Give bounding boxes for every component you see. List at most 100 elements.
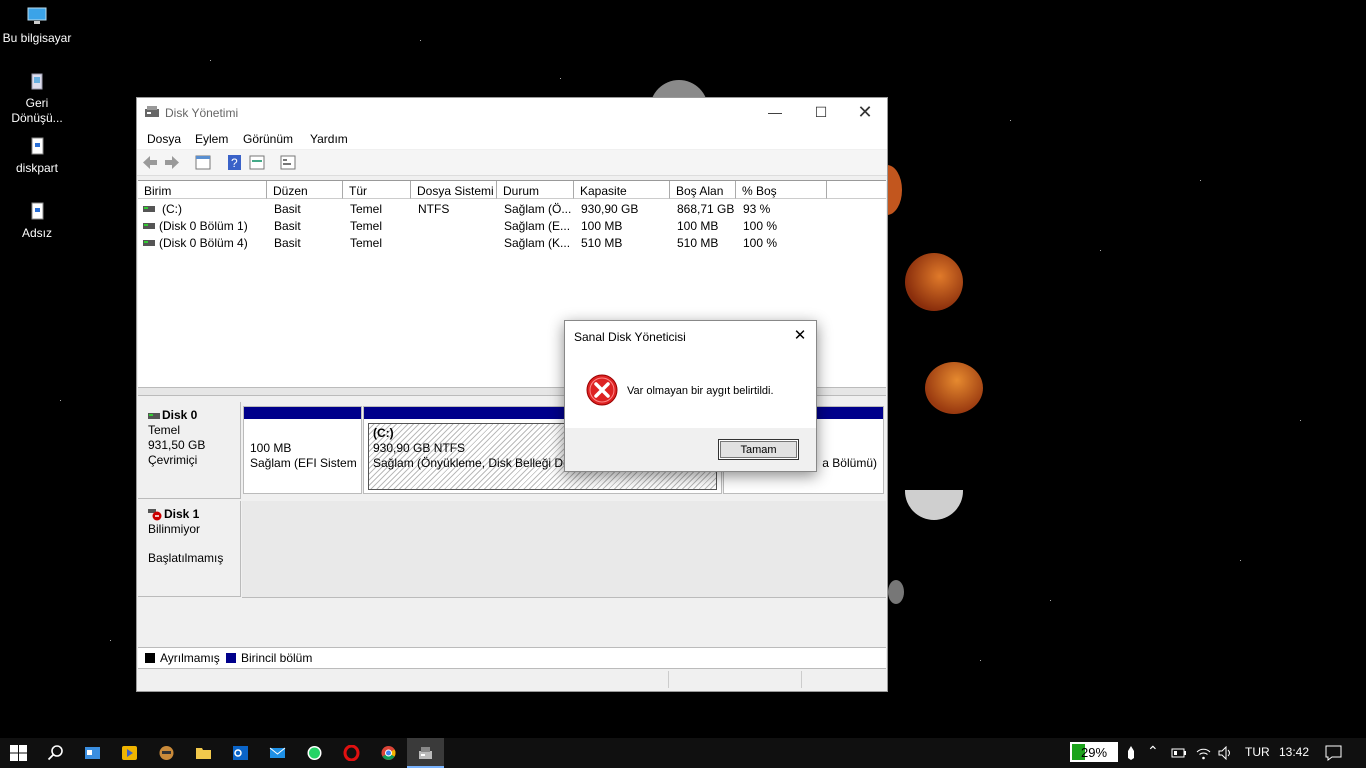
partition-efi[interactable]: 100 MB Sağlam (EFI Sistem B [243,406,362,494]
pen-icon[interactable] [1126,746,1136,760]
column-header-dosya-sistemi[interactable]: Dosya Sistemi [411,181,497,199]
taskbar-app-opera[interactable] [333,738,370,768]
language-indicator[interactable]: TUR [1245,745,1270,759]
disk1-name: Disk 1 [164,507,200,521]
table-row[interactable]: (Disk 0 Bölüm 4) Basit Temel Sağlam (K..… [138,235,886,252]
computer-icon [27,7,47,24]
partition-efi-text: 100 MB Sağlam (EFI Sistem B [244,419,361,474]
disk-management-icon [419,747,432,759]
close-button[interactable]: ✕ [842,98,888,127]
minimize-button[interactable]: — [752,98,798,127]
column-header-yuzde-bos[interactable]: % Boş [736,181,827,199]
disk0-size: 931,50 GB [148,438,206,452]
disk-management-icon [145,106,159,117]
help-icon[interactable]: ? [227,155,243,170]
taskbar-app-media-player[interactable] [111,738,148,768]
column-header-kapasite[interactable]: Kapasite [574,181,670,199]
contacts-icon [85,747,100,759]
desktop-icon-adsiz[interactable]: Adsız [0,202,74,240]
show-hide-console-tree-icon[interactable] [195,155,211,170]
menu-dosya[interactable]: Dosya [147,132,181,146]
moon-orange-2 [905,253,963,311]
menu-gorunum[interactable]: Görünüm [243,132,293,146]
error-icon [586,374,618,406]
wifi-icon[interactable] [1196,746,1211,760]
taskbar-search[interactable] [37,738,74,768]
disk1-info[interactable]: Disk 1 Bilinmiyor Başlatılmamış [138,501,241,597]
cell-kapasite: 100 MB [581,219,623,233]
cell-bos-alan: 868,71 GB [677,202,735,216]
moon-grey [905,490,963,520]
cell-tur: Temel [350,236,383,250]
taskbar-app-outlook[interactable] [222,738,259,768]
disk0-status: Çevrimiçi [148,453,198,467]
cell-tur: Temel [350,202,383,216]
title-bar[interactable]: Disk Yönetimi — ☐ ✕ [137,98,887,127]
dialog-close-button[interactable]: ✕ [790,326,810,346]
whatsapp-icon [307,746,322,760]
window-title: Disk Yönetimi [165,106,239,120]
forward-arrow-icon[interactable] [164,155,180,170]
disk0-type: Temel [148,423,181,437]
disk1-type: Bilinmiyor [148,522,201,536]
svg-text:?: ? [231,156,238,170]
maximize-button[interactable]: ☐ [798,98,844,127]
show-hidden-icons-chevron-up-icon[interactable]: ⌃ [1147,743,1159,760]
volume-icon [143,206,155,212]
desktop-icon-diskpart[interactable]: diskpart [0,137,74,175]
table-row[interactable]: (Disk 0 Bölüm 1) Basit Temel Sağlam (E..… [138,218,886,235]
desktop-icon-label: Bu bilgisayar [2,31,72,45]
cell-yuzde: 100 % [743,219,778,233]
taskbar-app-mascot[interactable] [148,738,185,768]
disk0-info[interactable]: Disk 0 Temel 931,50 GB Çevrimiçi [138,402,241,499]
column-header-birim[interactable]: Birim [138,181,267,199]
cell-duzen: Basit [274,219,301,233]
desktop-icon-this-pc[interactable]: Bu bilgisayar [0,7,74,45]
desktop-icon-label: Geri Dönüşü... [11,96,63,125]
start-button[interactable] [0,738,36,768]
notifications-icon[interactable] [1325,745,1342,761]
desktop-icon-label: Adsız [21,226,52,240]
battery-indicator[interactable]: 29% [1070,742,1118,762]
disk1-status: Başlatılmamış [148,551,224,565]
taskbar-app-chrome[interactable] [370,738,407,768]
power-battery-icon[interactable] [1171,747,1187,759]
taskbar-app-disk-management[interactable] [407,738,444,768]
column-header-bos-alan[interactable]: Boş Alan [670,181,736,199]
cell-bos-alan: 100 MB [677,219,719,233]
cell-birim: (Disk 0 Bölüm 1) [159,219,248,233]
cell-fs: NTFS [418,202,450,216]
partition-bar [244,407,361,419]
cell-durum: Sağlam (K... [504,236,571,250]
clock[interactable]: 13:42 [1279,745,1309,759]
moon-orange-3 [925,362,983,414]
properties-icon[interactable] [249,155,265,170]
status-segment [801,671,802,688]
volume-icon[interactable] [1218,746,1233,760]
cell-birim: (C:) [162,202,182,216]
desktop-icon-recycle-bin[interactable]: Geri Dönüşü... [0,72,74,126]
back-arrow-icon[interactable] [142,155,158,170]
cell-bos-alan: 510 MB [677,236,719,250]
taskbar-app-contacts[interactable] [74,738,111,768]
disk1-title-row: Disk 1 [148,507,230,522]
legend-primary: Birincil bölüm [241,651,313,665]
column-header-durum[interactable]: Durum [497,181,574,199]
status-bar [138,669,886,690]
taskbar-app-file-explorer[interactable] [185,738,222,768]
column-header-tur[interactable]: Tür [343,181,411,199]
table-row[interactable]: (C:) Basit Temel NTFS Sağlam (Ö... 930,9… [138,201,886,218]
menu-eylem[interactable]: Eylem [195,132,228,146]
recycle-bin-icon [31,73,43,90]
ok-button[interactable]: Tamam [718,439,799,460]
column-header-duzen[interactable]: Düzen [267,181,343,199]
dialog-message: Var olmayan bir aygıt belirtildi. [627,385,774,397]
taskbar-app-mail[interactable] [259,738,296,768]
file-icon [31,137,44,155]
menu-yardim[interactable]: Yardım [310,132,348,146]
legend: Ayrılmamış Birincil bölüm [138,647,886,669]
moon-edge [888,580,904,604]
list-view-icon[interactable] [280,155,296,170]
taskbar-app-whatsapp[interactable] [296,738,333,768]
chrome-icon [381,746,396,760]
